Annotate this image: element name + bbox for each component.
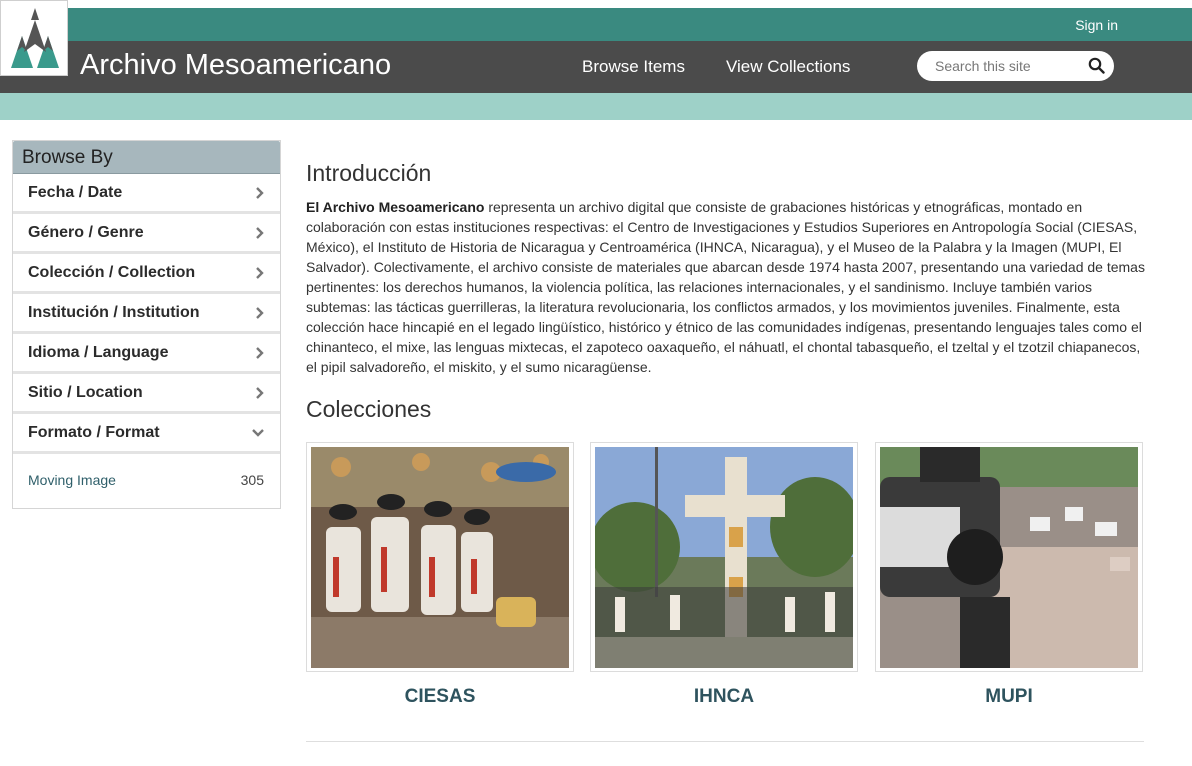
sidebar-item-label: Institución / Institution bbox=[28, 303, 200, 321]
collection-card-ihnca[interactable] bbox=[590, 442, 858, 672]
ciesas-thumbnail bbox=[311, 447, 569, 668]
sign-in-link[interactable]: Sign in bbox=[1075, 17, 1118, 33]
collections-heading: Colecciones bbox=[306, 396, 432, 422]
facet-count: 305 bbox=[240, 472, 264, 488]
sidebar-item-date[interactable]: Fecha / Date bbox=[13, 174, 280, 214]
site-title[interactable]: Archivo Mesoamericano bbox=[80, 49, 391, 82]
intro-lead: El Archivo Mesoamericano bbox=[306, 199, 485, 215]
site-logo[interactable] bbox=[0, 0, 68, 76]
chevron-right-icon bbox=[256, 226, 264, 239]
collection-card-ciesas[interactable] bbox=[306, 442, 574, 672]
collection-link-ihnca[interactable]: IHNCA bbox=[590, 686, 858, 708]
intro-body: representa un archivo digital que consis… bbox=[306, 199, 1145, 375]
sidebar-item-label: Fecha / Date bbox=[28, 183, 123, 201]
chevron-right-icon bbox=[256, 186, 264, 199]
chevron-right-icon bbox=[256, 346, 264, 359]
sidebar-title: Browse By bbox=[13, 141, 280, 174]
collection-link-ciesas[interactable]: CIESAS bbox=[306, 686, 574, 708]
sidebar-item-label: Formato / Format bbox=[28, 423, 160, 441]
ihnca-thumbnail bbox=[595, 447, 853, 668]
sidebar-item-format[interactable]: Formato / Format bbox=[13, 414, 280, 454]
sidebar-item-institution[interactable]: Institución / Institution bbox=[13, 294, 280, 334]
top-teal-bar bbox=[0, 8, 1192, 41]
logo-mountains-icon bbox=[11, 8, 59, 68]
collection-link-mupi[interactable]: MUPI bbox=[875, 686, 1143, 708]
search-input[interactable] bbox=[935, 56, 1085, 76]
search-icon[interactable] bbox=[1088, 57, 1105, 74]
sidebar-item-language[interactable]: Idioma / Language bbox=[13, 334, 280, 374]
format-facet-moving-image[interactable]: Moving Image 305 bbox=[13, 454, 280, 488]
search-box bbox=[917, 51, 1114, 81]
chevron-right-icon bbox=[256, 386, 264, 399]
sidebar-item-location[interactable]: Sitio / Location bbox=[13, 374, 280, 414]
accent-bar bbox=[0, 93, 1192, 120]
chevron-right-icon bbox=[256, 306, 264, 319]
intro-heading: Introducción bbox=[306, 160, 432, 186]
sidebar-item-label: Género / Genre bbox=[28, 223, 144, 241]
sidebar-item-label: Idioma / Language bbox=[28, 343, 169, 361]
sidebar-item-collection[interactable]: Colección / Collection bbox=[13, 254, 280, 294]
chevron-down-icon bbox=[252, 428, 264, 437]
nav-browse-items[interactable]: Browse Items bbox=[582, 57, 685, 77]
content-divider bbox=[306, 741, 1144, 742]
sidebar-item-label: Colección / Collection bbox=[28, 263, 196, 281]
chevron-right-icon bbox=[256, 266, 264, 279]
browse-by-sidebar: Browse By Fecha / Date Género / Genre Co… bbox=[12, 140, 281, 509]
sidebar-item-label: Sitio / Location bbox=[28, 383, 143, 401]
facet-label[interactable]: Moving Image bbox=[28, 472, 116, 488]
sidebar-item-genre[interactable]: Género / Genre bbox=[13, 214, 280, 254]
nav-view-collections[interactable]: View Collections bbox=[726, 57, 850, 77]
intro-paragraph: El Archivo Mesoamericano representa un a… bbox=[306, 197, 1148, 377]
collection-card-mupi[interactable] bbox=[875, 442, 1143, 672]
mupi-thumbnail bbox=[880, 447, 1138, 668]
